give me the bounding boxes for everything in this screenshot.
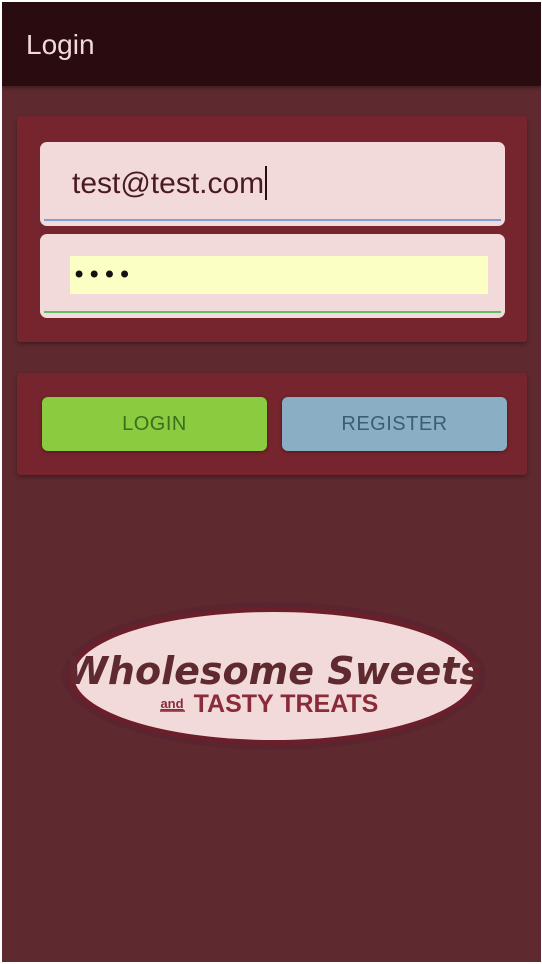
password-masked-value: ••••	[72, 261, 133, 289]
register-button[interactable]: REGISTER	[282, 397, 507, 451]
page-title: Login	[26, 29, 95, 60]
login-fields-card: test@test.com ••••	[17, 116, 527, 342]
login-screen: Login test@test.com •••• LOGIN REGISTER …	[2, 2, 541, 962]
text-cursor	[265, 166, 268, 200]
actions-card: LOGIN REGISTER	[17, 373, 527, 475]
login-button[interactable]: LOGIN	[42, 397, 267, 451]
email-underline	[44, 219, 501, 221]
logo-line1: Wholesome Sweets	[66, 649, 482, 693]
email-field[interactable]: test@test.com	[40, 142, 505, 226]
app-bar: Login	[2, 2, 541, 86]
password-input[interactable]: ••••	[70, 256, 488, 294]
password-field[interactable]: ••••	[40, 234, 505, 318]
email-value: test@test.com	[72, 167, 265, 200]
email-input[interactable]: test@test.com	[72, 166, 268, 202]
brand-logo: Wholesome Sweets and TASTY TREATS	[62, 602, 486, 750]
logo-and: and	[160, 696, 183, 711]
logo-line2: TASTY TREATS	[194, 690, 379, 718]
password-underline	[44, 311, 501, 313]
